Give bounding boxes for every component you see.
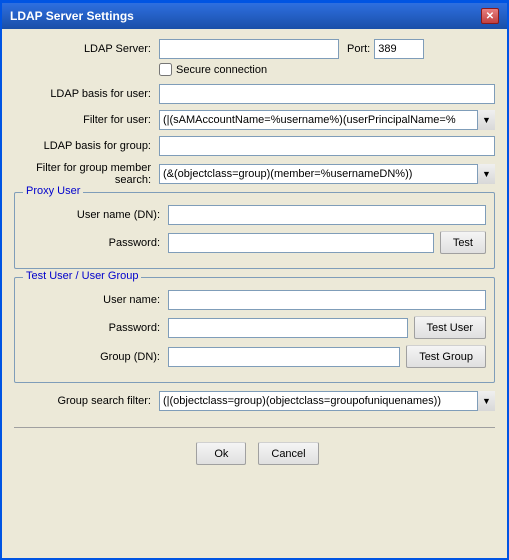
ok-button[interactable]: Ok <box>196 442 246 465</box>
proxy-password-input[interactable] <box>168 233 434 253</box>
filter-group-select-wrapper: (&(objectclass=group)(member=%usernameDN… <box>159 164 495 184</box>
ldap-basis-user-input[interactable] <box>159 84 495 104</box>
test-group-input[interactable] <box>168 347 400 367</box>
test-user-group-section: Test User / User Group User name: Passwo… <box>14 277 495 383</box>
title-bar: LDAP Server Settings ✕ <box>2 3 507 29</box>
ldap-settings-window: LDAP Server Settings ✕ LDAP Server: Port… <box>0 0 509 560</box>
proxy-test-button[interactable]: Test <box>440 231 486 254</box>
port-label: Port: <box>347 43 370 55</box>
separator <box>14 427 495 428</box>
proxy-user-section: Proxy User User name (DN): Password: Tes… <box>14 192 495 269</box>
bottom-bar: Ok Cancel <box>2 434 507 475</box>
test-username-row: User name: <box>23 290 486 310</box>
proxy-password-label: Password: <box>23 237 168 249</box>
test-username-label: User name: <box>23 294 168 306</box>
ldap-server-input[interactable] <box>159 39 339 59</box>
ldap-basis-group-input[interactable] <box>159 136 495 156</box>
test-group-label: Group (DN): <box>23 351 168 363</box>
cancel-button[interactable]: Cancel <box>258 442 318 465</box>
test-user-button[interactable]: Test User <box>414 316 486 339</box>
test-group-button[interactable]: Test Group <box>406 345 486 368</box>
proxy-user-title: Proxy User <box>23 185 83 197</box>
ldap-basis-group-label: LDAP basis for group: <box>14 140 159 152</box>
filter-group-label: Filter for group member search: <box>14 162 159 186</box>
proxy-password-row: Password: Test <box>23 231 486 254</box>
ldap-server-label: LDAP Server: <box>14 43 159 55</box>
test-user-group-title: Test User / User Group <box>23 270 141 282</box>
close-button[interactable]: ✕ <box>481 8 499 24</box>
secure-checkbox[interactable] <box>159 63 172 76</box>
filter-user-select-wrapper: (|(sAMAccountName=%username%)(userPrinci… <box>159 110 495 130</box>
secure-label: Secure connection <box>176 64 267 76</box>
test-group-row: Group (DN): Test Group <box>23 345 486 368</box>
ldap-basis-group-row: LDAP basis for group: <box>14 136 495 156</box>
proxy-username-row: User name (DN): <box>23 205 486 225</box>
ldap-basis-user-label: LDAP basis for user: <box>14 88 159 100</box>
test-password-label: Password: <box>23 322 168 334</box>
group-search-label: Group search filter: <box>14 395 159 407</box>
filter-user-select[interactable]: (|(sAMAccountName=%username%)(userPrinci… <box>159 110 495 130</box>
form-content: LDAP Server: Port: Secure connection LDA… <box>2 29 507 421</box>
proxy-username-label: User name (DN): <box>23 209 168 221</box>
filter-group-row: Filter for group member search: (&(objec… <box>14 162 495 186</box>
ldap-basis-user-row: LDAP basis for user: <box>14 84 495 104</box>
group-search-select[interactable]: (|(objectclass=group)(objectclass=groupo… <box>159 391 495 411</box>
ldap-server-row: LDAP Server: Port: <box>14 39 495 59</box>
proxy-user-content: User name (DN): Password: Test <box>23 205 486 254</box>
filter-user-row: Filter for user: (|(sAMAccountName=%user… <box>14 110 495 130</box>
group-search-row: Group search filter: (|(objectclass=grou… <box>14 391 495 411</box>
proxy-username-input[interactable] <box>168 205 486 225</box>
test-password-row: Password: Test User <box>23 316 486 339</box>
port-input[interactable] <box>374 39 424 59</box>
filter-user-label: Filter for user: <box>14 114 159 126</box>
window-title: LDAP Server Settings <box>10 9 134 23</box>
filter-group-select[interactable]: (&(objectclass=group)(member=%usernameDN… <box>159 164 495 184</box>
test-user-group-content: User name: Password: Test User Group (DN… <box>23 290 486 368</box>
group-search-select-wrapper: (|(objectclass=group)(objectclass=groupo… <box>159 391 495 411</box>
test-username-input[interactable] <box>168 290 486 310</box>
test-password-input[interactable] <box>168 318 408 338</box>
secure-connection-row: Secure connection <box>159 63 495 76</box>
